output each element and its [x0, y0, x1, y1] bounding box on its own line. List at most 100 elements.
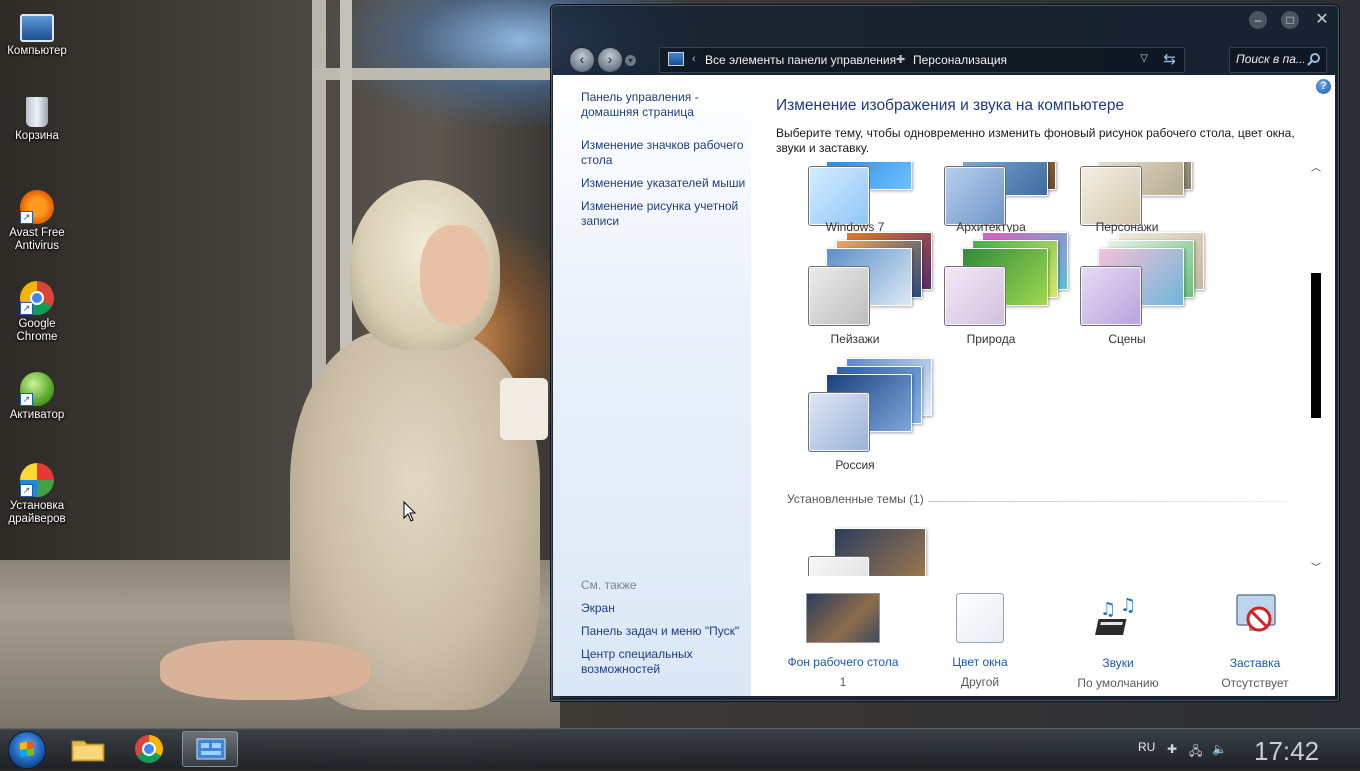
desktop-icon-label: Google Chrome — [16, 318, 58, 343]
forward-button[interactable]: › — [597, 47, 623, 73]
sounds-label: Звуки — [1102, 656, 1134, 670]
theme-installed[interactable] — [792, 528, 926, 576]
start-button[interactable] — [8, 731, 46, 769]
window-content: Панель управления - домашняя страница Из… — [553, 75, 1335, 696]
screensaver-button[interactable]: Заставка Отсутствует — [1187, 593, 1323, 690]
close-button[interactable]: ✕ — [1313, 11, 1331, 29]
link-taskbar-start-menu[interactable]: Панель задач и меню "Пуск" — [581, 624, 753, 639]
avast-icon: ↗ — [20, 190, 54, 224]
page-description: Выберите тему, чтобы одновременно измени… — [776, 126, 1295, 155]
control-panel-icon — [668, 52, 684, 66]
theme-settings-bar: Фон рабочего стола 1 Цвет окна Другой ♫ … — [751, 577, 1335, 696]
desktop-background-button[interactable]: Фон рабочего стола 1 — [775, 593, 911, 689]
screensaver-icon — [1236, 594, 1276, 632]
desktop-icon-label: Корзина — [15, 130, 59, 142]
personalization-window: – □ ✕ ‹ › ▾ ‹ Все элементы панели управл… — [550, 4, 1340, 702]
theme-name: Сцены — [1108, 332, 1146, 346]
theme-landscapes[interactable]: Пейзажи — [792, 232, 932, 352]
window-color-label: Цвет окна — [952, 655, 1008, 669]
breadcrumb-chevron-icon[interactable]: ‹ — [692, 53, 696, 65]
navigation-bar: ‹ › ▾ ‹ Все элементы панели управления ✚… — [555, 43, 1335, 77]
theme-scenes[interactable]: Сцены — [1064, 232, 1204, 352]
language-indicator[interactable]: RU — [1138, 740, 1155, 754]
desktop-icon-activator[interactable]: ↗ Активатор — [0, 372, 74, 422]
volume-icon[interactable]: 🔈 — [1212, 742, 1227, 756]
theme-color-swatch — [808, 556, 870, 576]
chrome-icon — [135, 735, 163, 763]
activator-icon: ↗ — [20, 372, 54, 406]
svg-text:♫: ♫ — [1100, 599, 1116, 620]
link-change-desktop-icons[interactable]: Изменение значков рабочего стола — [581, 138, 753, 168]
svg-text:♫: ♫ — [1120, 595, 1136, 616]
page-title: Изменение изображения и звука на компьют… — [776, 97, 1125, 114]
installed-themes-heading: Установленные темы (1) — [787, 492, 924, 506]
search-input[interactable] — [1236, 51, 1304, 67]
breadcrumb-separator-icon[interactable]: ✚ — [896, 53, 905, 66]
desktop-icon-computer[interactable]: Компьютер — [0, 8, 74, 58]
desktop-icon-chrome[interactable]: ↗ Google Chrome — [0, 281, 74, 344]
theme-name: Природа — [966, 332, 1016, 346]
theme-nature[interactable]: Природа — [928, 232, 1068, 352]
theme-color-swatch — [1080, 266, 1142, 326]
taskbar-chrome-button[interactable] — [121, 731, 177, 767]
desktop-icon-recycle-bin[interactable]: Корзина — [0, 97, 74, 143]
recent-pages-dropdown[interactable]: ▾ — [625, 55, 636, 66]
desktop-icon-driver-install[interactable]: ↗ Установка драйверов — [0, 463, 74, 526]
theme-russia[interactable]: Россия — [792, 358, 932, 478]
scrollbar-thumb[interactable] — [1311, 273, 1321, 418]
theme-name: Пейзажи — [830, 332, 880, 346]
group-divider — [928, 501, 1288, 502]
recycle-bin-icon — [26, 97, 48, 127]
theme-color-swatch — [1080, 166, 1142, 226]
sounds-value: По умолчанию — [1077, 676, 1159, 690]
shortcut-arrow-icon: ↗ — [20, 393, 33, 406]
refresh-icon[interactable]: ⇆ — [1163, 50, 1176, 68]
link-change-mouse-pointers[interactable]: Изменение указателей мыши — [581, 176, 753, 191]
link-display[interactable]: Экран — [581, 601, 753, 616]
taskbar: RU ✚ 🖧 🔈 17:42 — [0, 728, 1360, 769]
breadcrumb-personalization[interactable]: Персонализация — [913, 53, 1007, 67]
desktop-icon-label: Активатор — [9, 409, 65, 421]
desktop-icon-avast[interactable]: ↗ Avast Free Antivirus — [0, 190, 74, 253]
sounds-icon: ♫ ♫ — [1095, 595, 1136, 635]
desktop-icon-label: Компьютер — [7, 45, 67, 57]
taskbar-explorer-button[interactable] — [60, 731, 116, 767]
wallpaper-mug — [500, 378, 548, 440]
search-icon[interactable] — [1307, 52, 1321, 66]
back-button[interactable]: ‹ — [569, 47, 595, 73]
theme-color-swatch — [808, 166, 870, 226]
see-also-heading: См. также — [581, 578, 637, 592]
scroll-down-arrow-icon[interactable]: ﹀ — [1310, 562, 1322, 576]
desktop-icon-label: Avast Free Antivirus — [9, 227, 65, 252]
search-box[interactable] — [1229, 47, 1327, 73]
desktop-icon-label: Установка драйверов — [8, 500, 66, 525]
window-color-swatch — [956, 593, 1004, 643]
shortcut-arrow-icon: ↗ — [20, 484, 33, 497]
window-color-button[interactable]: Цвет окна Другой — [912, 593, 1048, 689]
clock[interactable]: 17:42 — [1254, 736, 1319, 767]
link-change-account-picture[interactable]: Изменение рисунка учетной записи — [581, 199, 753, 229]
network-icon[interactable]: 🖧 — [1189, 742, 1202, 763]
screensaver-label: Заставка — [1229, 656, 1281, 670]
address-bar[interactable]: ‹ Все элементы панели управления ✚ Персо… — [659, 47, 1185, 73]
address-dropdown-icon[interactable]: ▽ — [1140, 53, 1148, 64]
minimize-button[interactable]: – — [1249, 11, 1267, 29]
sounds-button[interactable]: ♫ ♫ Звуки По умолчанию — [1050, 593, 1186, 690]
tray-overflow-icon[interactable]: ✚ — [1167, 742, 1177, 756]
scroll-up-arrow-icon[interactable]: ︿ — [1310, 162, 1322, 176]
wallpaper-figure-face — [420, 225, 490, 325]
link-control-panel-home[interactable]: Панель управления - домашняя страница — [581, 90, 753, 120]
folder-icon — [71, 740, 105, 762]
taskbar-control-panel-button[interactable] — [182, 731, 238, 767]
theme-list[interactable]: Windows 7 Архитектура Персонажи Пейзажи … — [776, 162, 1311, 576]
help-icon[interactable]: ? — [1316, 79, 1331, 94]
link-ease-of-access[interactable]: Центр специальных возможностей — [581, 647, 753, 677]
maximize-button[interactable]: □ — [1281, 11, 1299, 29]
driver-install-icon: ↗ — [20, 463, 54, 497]
theme-list-scrollbar[interactable]: ︿ ﹀ — [1310, 162, 1322, 576]
breadcrumb-all-items[interactable]: Все элементы панели управления — [705, 53, 896, 67]
control-panel-icon — [196, 738, 226, 760]
shortcut-arrow-icon: ↗ — [20, 302, 33, 315]
desktop-background-thumbnail — [806, 593, 880, 643]
left-navigation-pane: Панель управления - домашняя страница Из… — [553, 75, 751, 696]
